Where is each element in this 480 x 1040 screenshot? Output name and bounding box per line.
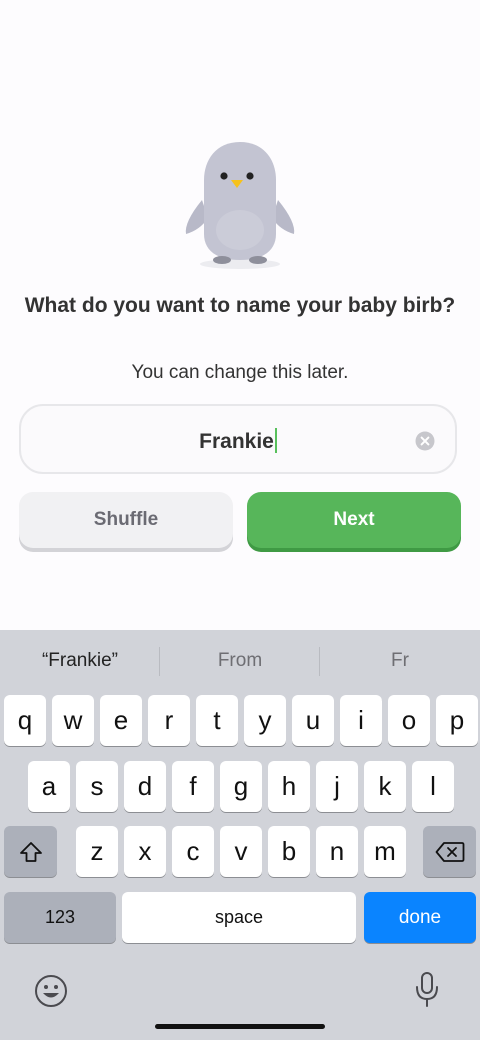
key-q[interactable]: q (4, 695, 46, 746)
key-y[interactable]: y (244, 695, 286, 746)
key-h[interactable]: h (268, 761, 310, 812)
key-t[interactable]: t (196, 695, 238, 746)
key-n[interactable]: n (316, 826, 358, 877)
key-s[interactable]: s (76, 761, 118, 812)
key-e[interactable]: e (100, 695, 142, 746)
key-u[interactable]: u (292, 695, 334, 746)
birb-name-value: Frankie (199, 430, 274, 453)
microphone-icon[interactable] (414, 971, 440, 1009)
key-p[interactable]: p (436, 695, 478, 746)
suggestion-3[interactable]: Fr (320, 650, 480, 672)
numbers-key[interactable]: 123 (4, 892, 116, 943)
key-r[interactable]: r (148, 695, 190, 746)
key-c[interactable]: c (172, 826, 214, 877)
key-l[interactable]: l (412, 761, 454, 812)
home-indicator[interactable] (155, 1024, 325, 1029)
done-key[interactable]: done (364, 892, 476, 943)
key-v[interactable]: v (220, 826, 262, 877)
key-d[interactable]: d (124, 761, 166, 812)
key-b[interactable]: b (268, 826, 310, 877)
page-subtitle: You can change this later. (131, 362, 349, 383)
key-i[interactable]: i (340, 695, 382, 746)
shuffle-button[interactable]: Shuffle (19, 492, 233, 548)
page-title: What do you want to name your baby birb? (24, 294, 456, 317)
key-k[interactable]: k (364, 761, 406, 812)
birb-mascot (185, 142, 295, 269)
key-o[interactable]: o (388, 695, 430, 746)
key-x[interactable]: x (124, 826, 166, 877)
on-screen-keyboard: “Frankie” From Fr q w e r t y u i o p a … (0, 630, 480, 1040)
key-w[interactable]: w (52, 695, 94, 746)
key-z[interactable]: z (76, 826, 118, 877)
key-j[interactable]: j (316, 761, 358, 812)
clear-text-icon[interactable] (415, 431, 435, 451)
space-key[interactable]: space (122, 892, 356, 943)
suggestion-2[interactable]: From (160, 650, 320, 672)
next-button[interactable]: Next (247, 492, 461, 548)
backspace-key[interactable] (423, 826, 476, 877)
key-f[interactable]: f (172, 761, 214, 812)
key-m[interactable]: m (364, 826, 406, 877)
shift-arrow-icon (19, 841, 42, 862)
key-a[interactable]: a (28, 761, 70, 812)
text-cursor (274, 428, 277, 453)
shift-key[interactable] (4, 826, 57, 877)
backspace-icon (435, 841, 464, 862)
emoji-icon[interactable] (34, 974, 68, 1008)
birb-name-input[interactable]: Frankie (19, 404, 457, 474)
suggestion-1[interactable]: “Frankie” (0, 650, 160, 672)
key-g[interactable]: g (220, 761, 262, 812)
